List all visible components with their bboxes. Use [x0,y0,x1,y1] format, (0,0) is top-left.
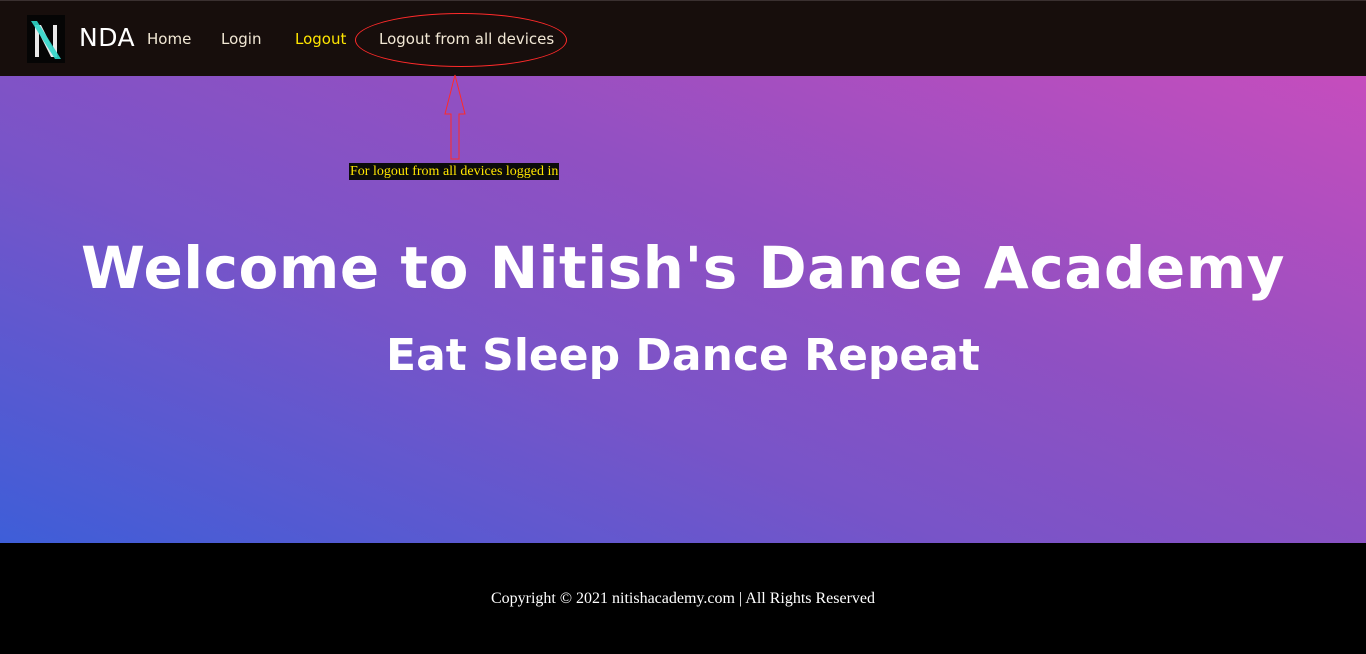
annotation-note: For logout from all devices logged in [349,163,560,180]
hero-banner [0,76,1366,543]
nav-login-link[interactable]: Login [221,30,261,48]
hero-title: Welcome to Nitish's Dance Academy [81,234,1285,302]
copyright-text: Copyright © 2021 nitishacademy.com | All… [490,590,876,607]
annotation-arrow-icon [444,74,466,160]
hero-subtitle: Eat Sleep Dance Repeat [386,330,980,381]
brand-name[interactable]: NDA [79,23,135,52]
logo-icon [27,15,65,63]
annotation-ellipse [355,13,567,67]
logo-link[interactable] [27,15,65,63]
navbar: NDA Home Login Logout Logout from all de… [0,0,1366,76]
footer: Copyright © 2021 nitishacademy.com | All… [0,543,1366,654]
nav-home-link[interactable]: Home [147,30,191,48]
nav-logout-link[interactable]: Logout [295,30,346,48]
